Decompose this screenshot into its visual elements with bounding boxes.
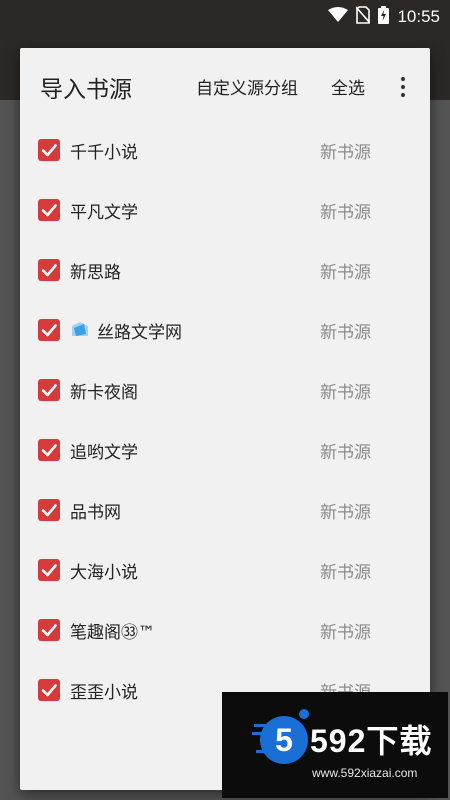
status-icons: 10:55 [328,0,450,34]
source-list: 千千小说 新书源 平凡文学 新书源 新思路 新书源 丝路文学网 新书源 新卡夜阁 新书源 追哟文学新… [20,120,430,720]
source-row[interactable]: 大海小说 新书源 [20,540,430,600]
source-row[interactable]: 千千小说 新书源 [20,120,430,180]
source-name: 新思路 [70,263,121,283]
clock: 10:55 [397,7,440,26]
source-row[interactable]: 品书网 新书源 [20,480,430,540]
source-group-label: 新书源 [320,503,371,523]
custom-group-button[interactable]: 自定义源分组 [196,74,298,99]
source-row[interactable]: 追哟文学 新书源 [20,420,430,480]
source-row[interactable]: 丝路文学网 新书源 [20,300,430,360]
watermark-logo-digit: 5 [275,722,293,758]
import-source-dialog: 导入书源 自定义源分组 全选 千千小说 新书源 平凡文学 新书源 新思路 新书源 丝路文学网… [20,48,430,790]
source-name: 大海小说 [70,563,138,583]
dialog-title: 导入书源 [40,77,132,103]
watermark: 5 592下载 www.592xiazai.com [222,692,448,798]
wifi-icon [328,7,349,27]
more-options-icon[interactable] [392,70,414,104]
source-name: 笔趣阁㉝™ [70,623,155,643]
source-checkbox[interactable] [38,379,60,401]
source-name: 丝路文学网 [97,323,182,343]
source-checkbox[interactable] [38,199,60,221]
select-all-button[interactable]: 全选 [331,74,365,99]
watermark-title: 592下载 [310,723,433,759]
source-checkbox[interactable] [38,139,60,161]
source-checkbox[interactable] [38,559,60,581]
status-bar: 10:55 [0,0,450,34]
source-checkbox[interactable] [38,319,60,341]
source-name: 千千小说 [70,143,138,163]
source-group-label: 新书源 [320,623,371,643]
source-group-label: 新书源 [320,323,371,343]
source-row[interactable]: 平凡文学 新书源 [20,180,430,240]
source-group-label: 新书源 [320,383,371,403]
source-group-label: 新书源 [320,563,371,583]
site-favicon-icon [70,320,90,340]
source-name: 歪歪小说 [70,683,138,703]
battery-charging-icon [378,6,390,28]
source-name: 新卡夜阁 [70,383,138,403]
source-checkbox[interactable] [38,259,60,281]
source-group-label: 新书源 [320,443,371,463]
source-group-label: 新书源 [320,263,371,283]
source-group-label: 新书源 [320,203,371,223]
source-name: 追哟文学 [70,443,138,463]
source-checkbox[interactable] [38,679,60,701]
source-checkbox[interactable] [38,619,60,641]
source-row[interactable]: 笔趣阁㉝™ 新书源 [20,600,430,660]
source-row[interactable]: 新卡夜阁 新书源 [20,360,430,420]
source-group-label: 新书源 [320,143,371,163]
source-row[interactable]: 新思路 新书源 [20,240,430,300]
source-name: 平凡文学 [70,203,138,223]
source-checkbox[interactable] [38,439,60,461]
dialog-header: 导入书源 自定义源分组 全选 [20,48,430,122]
source-name: 品书网 [70,503,121,523]
source-checkbox[interactable] [38,499,60,521]
no-sim-icon [355,6,372,28]
watermark-url: www.592xiazai.com [312,766,418,780]
